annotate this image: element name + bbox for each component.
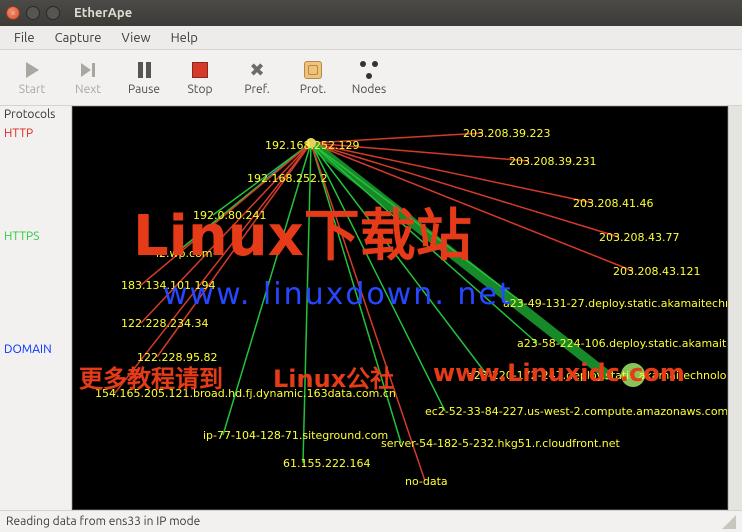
menubar: File Capture View Help bbox=[0, 26, 742, 50]
window-minimize-button[interactable] bbox=[26, 6, 40, 20]
menu-file[interactable]: File bbox=[4, 28, 45, 48]
stop-icon bbox=[189, 59, 211, 81]
protocol-http[interactable]: HTTP bbox=[4, 125, 67, 142]
window-title: EtherApe bbox=[74, 6, 132, 20]
toolbar-next[interactable]: Next bbox=[60, 53, 116, 103]
protocols-sidebar: Protocols HTTP HTTPS DOMAIN bbox=[0, 106, 72, 510]
menu-capture[interactable]: Capture bbox=[45, 28, 112, 48]
network-graph-svg bbox=[73, 107, 727, 509]
tools-icon: ✖ bbox=[246, 59, 268, 81]
window-close-button[interactable]: × bbox=[6, 6, 20, 20]
toolbar-prot[interactable]: Prot. bbox=[285, 53, 341, 103]
pause-icon bbox=[133, 59, 155, 81]
window-maximize-button[interactable] bbox=[46, 6, 60, 20]
network-canvas[interactable]: 192.168.252.129203.208.39.223203.208.39.… bbox=[72, 106, 728, 510]
status-bar: Reading data from ens33 in IP mode bbox=[0, 510, 742, 532]
vertical-scrollbar[interactable] bbox=[728, 106, 742, 510]
toolbar-nodes[interactable]: Nodes bbox=[341, 53, 397, 103]
protocols-header: Protocols bbox=[4, 108, 67, 121]
toolbar-stop[interactable]: Stop bbox=[172, 53, 228, 103]
menu-view[interactable]: View bbox=[112, 28, 161, 48]
main-area: Protocols HTTP HTTPS DOMAIN 192.168.252.… bbox=[0, 106, 742, 510]
nodes-icon bbox=[358, 59, 380, 81]
protocol-domain[interactable]: DOMAIN bbox=[4, 341, 67, 358]
protocols-icon bbox=[302, 59, 324, 81]
status-text: Reading data from ens33 in IP mode bbox=[6, 515, 200, 528]
toolbar: Start Next Pause Stop ✖ Pref. Prot. Node… bbox=[0, 50, 742, 106]
protocol-https[interactable]: HTTPS bbox=[4, 228, 67, 245]
toolbar-start[interactable]: Start bbox=[4, 53, 60, 103]
next-icon bbox=[77, 59, 99, 81]
resize-grip[interactable] bbox=[722, 515, 736, 529]
play-icon bbox=[21, 59, 43, 81]
toolbar-pause[interactable]: Pause bbox=[116, 53, 172, 103]
window-titlebar: × EtherApe bbox=[0, 0, 742, 26]
menu-help[interactable]: Help bbox=[161, 28, 208, 48]
toolbar-pref[interactable]: ✖ Pref. bbox=[229, 53, 285, 103]
scrollbar-track bbox=[729, 106, 742, 510]
